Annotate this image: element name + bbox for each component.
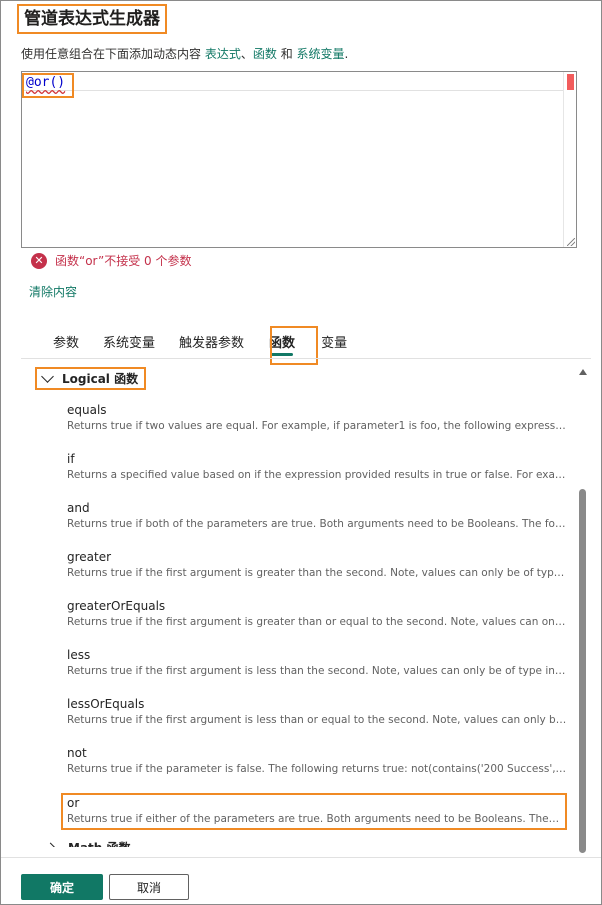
logical-functions-group[interactable]: Logical 函数: [35, 367, 147, 390]
function-name: if: [67, 452, 75, 466]
function-name: or: [67, 796, 80, 810]
function-name: and: [67, 501, 90, 515]
tab-variables[interactable]: 变量: [321, 329, 347, 354]
function-description: Returns true if the first argument is gr…: [67, 616, 567, 628]
function-list: Logical 函数 equals Returns true if two va…: [21, 363, 571, 847]
active-tab-highlight: [270, 326, 318, 365]
code-line[interactable]: @or(): [22, 73, 74, 98]
function-description: Returns true if the first argument is le…: [67, 665, 567, 677]
description-separator: 、: [240, 47, 253, 61]
function-item-lessorequals[interactable]: lessOrEquals Returns true if the first a…: [67, 697, 567, 726]
function-description: Returns true if either of the parameters…: [67, 813, 561, 825]
expressions-link[interactable]: 表达式: [205, 47, 241, 61]
scroll-up-arrow-icon[interactable]: [579, 369, 587, 375]
dialog-description: 使用任意组合在下面添加动态内容 表达式、函数 和 系统变量.: [21, 45, 348, 62]
function-name: less: [67, 648, 91, 662]
function-name: greater: [67, 550, 112, 564]
function-item-and[interactable]: and Returns true if both of the paramete…: [67, 501, 567, 530]
group-label: Logical 函数: [62, 372, 139, 386]
editor-scrollbar[interactable]: [563, 72, 576, 247]
ok-button[interactable]: 确定: [21, 874, 103, 900]
description-prefix: 使用任意组合在下面添加动态内容: [21, 47, 205, 61]
system-variables-link[interactable]: 系统变量: [297, 47, 345, 61]
function-description: Returns true if the first argument is le…: [67, 714, 567, 726]
error-message: ✕ 函数“or”不接受 0 个参数: [31, 252, 191, 269]
function-description: Returns true if the parameter is false. …: [67, 763, 567, 775]
function-description: Returns a specified value based on if th…: [67, 469, 567, 481]
error-circle-icon: ✕: [31, 252, 47, 269]
chevron-right-icon: [45, 842, 56, 847]
function-item-equals[interactable]: equals Returns true if two values are eq…: [67, 403, 567, 432]
expression-builder-dialog: 管道表达式生成器 使用任意组合在下面添加动态内容 表达式、函数 和 系统变量. …: [0, 0, 602, 905]
tab-trigger-parameters[interactable]: 触发器参数: [179, 329, 244, 354]
functions-link[interactable]: 函数: [253, 47, 277, 61]
current-line-highlight: [22, 90, 564, 91]
expression-editor[interactable]: @or(): [21, 71, 577, 248]
chevron-down-icon: [41, 370, 54, 383]
description-suffix: .: [344, 47, 349, 61]
function-name: lessOrEquals: [67, 697, 145, 711]
tab-parameters[interactable]: 参数: [53, 329, 79, 354]
function-item-if[interactable]: if Returns a specified value based on if…: [67, 452, 567, 481]
tab-system-variables[interactable]: 系统变量: [103, 329, 155, 354]
dialog-title: 管道表达式生成器: [17, 4, 167, 34]
function-list-scrollbar[interactable]: [577, 363, 591, 853]
math-functions-group[interactable]: Math 函数: [45, 839, 131, 847]
function-description: Returns true if two values are equal. Fo…: [67, 420, 567, 432]
function-item-not[interactable]: not Returns true if the parameter is fal…: [67, 746, 567, 775]
scroll-thumb[interactable]: [579, 489, 586, 853]
function-item-or[interactable]: or Returns true if either of the paramet…: [61, 793, 567, 830]
group-label: Math 函数: [68, 839, 131, 847]
cancel-button[interactable]: 取消: [109, 874, 189, 900]
clear-content-link[interactable]: 清除内容: [29, 283, 77, 300]
function-item-less[interactable]: less Returns true if the first argument …: [67, 648, 567, 677]
error-text: 函数“or”不接受 0 个参数: [55, 254, 192, 268]
function-item-greaterorequals[interactable]: greaterOrEquals Returns true if the firs…: [67, 599, 567, 628]
function-name: equals: [67, 403, 107, 417]
function-item-greater[interactable]: greater Returns true if the first argume…: [67, 550, 567, 579]
function-name: not: [67, 746, 87, 760]
function-description: Returns true if the first argument is gr…: [67, 567, 567, 579]
tabs-divider: [21, 358, 591, 359]
description-and: 和: [276, 47, 297, 61]
error-marker: [567, 74, 574, 90]
resize-grip-icon[interactable]: [567, 238, 575, 246]
footer-divider: [1, 857, 601, 858]
function-description: Returns true if both of the parameters a…: [67, 518, 567, 530]
function-name: greaterOrEquals: [67, 599, 166, 613]
expression-code[interactable]: @or(): [26, 75, 65, 90]
